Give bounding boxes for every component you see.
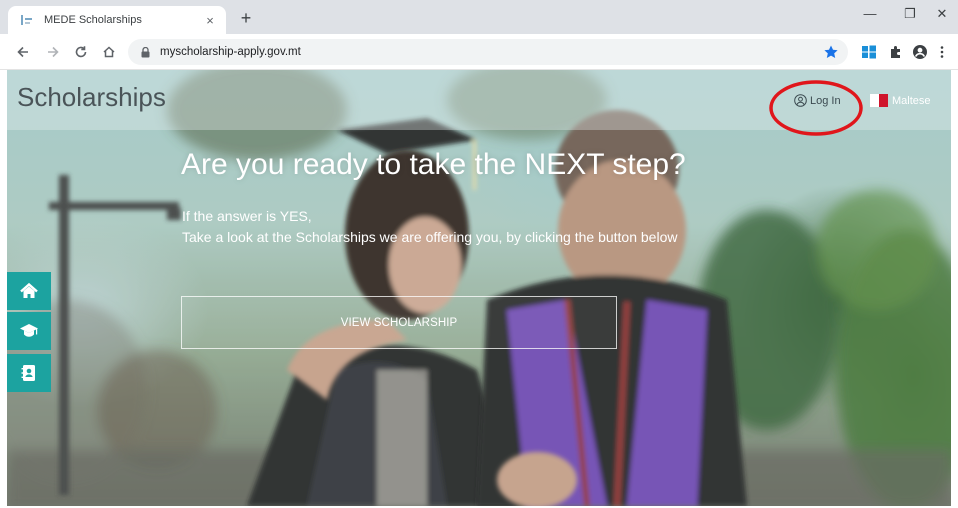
side-nav-contacts-button[interactable]	[7, 354, 51, 392]
browser-tab-strip: MEDE Scholarships × + — ❐ ✕	[0, 0, 958, 34]
site-favicon-icon	[20, 13, 34, 27]
window-close-button[interactable]: ✕	[930, 6, 954, 22]
bookmark-star-icon[interactable]	[823, 44, 839, 60]
page-viewport: Scholarships Log In Maltese Are you read…	[7, 70, 951, 506]
back-arrow-icon	[17, 46, 28, 58]
address-bar[interactable]: myscholarship-apply.gov.mt	[128, 39, 848, 65]
tab-close-icon[interactable]: ×	[202, 13, 218, 28]
browser-tab[interactable]: MEDE Scholarships ×	[8, 6, 226, 34]
new-tab-button[interactable]: +	[236, 9, 256, 29]
window-maximize-button[interactable]: ❐	[898, 6, 922, 22]
lock-icon	[141, 46, 150, 57]
forward-arrow-icon	[48, 46, 59, 58]
url-text: myscholarship-apply.gov.mt	[160, 46, 301, 58]
tab-title: MEDE Scholarships	[44, 14, 142, 26]
site-brand-title[interactable]: Scholarships	[17, 82, 166, 113]
browser-home-icon	[103, 46, 115, 58]
language-switch-link[interactable]: Maltese	[870, 94, 931, 107]
hero-description: If the answer is YES, Take a look at the…	[182, 206, 802, 248]
view-scholarship-button[interactable]: VIEW SCHOLARSHIP	[181, 296, 617, 349]
side-nav-scholarships-button[interactable]	[7, 312, 51, 350]
malta-flag-icon	[870, 94, 888, 107]
hero-line-1: If the answer is YES,	[182, 208, 312, 224]
back-button[interactable]	[14, 43, 32, 61]
reload-icon	[75, 46, 87, 58]
language-label: Maltese	[892, 94, 931, 107]
side-nav-home-button[interactable]	[7, 272, 51, 310]
hero-title: Are you ready to take the NEXT step?	[181, 148, 686, 181]
forward-button[interactable]	[44, 43, 62, 61]
browser-menu-icon[interactable]	[938, 44, 946, 60]
annotation-red-circle	[769, 80, 863, 136]
graduation-cap-icon	[20, 324, 38, 337]
address-book-icon	[21, 365, 35, 381]
window-minimize-button[interactable]: —	[858, 6, 882, 21]
hero-line-2: Take a look at the Scholarships we are o…	[182, 229, 678, 245]
extension-windows-icon[interactable]	[861, 44, 877, 60]
reload-button[interactable]	[72, 43, 90, 61]
browser-toolbar: myscholarship-apply.gov.mt	[0, 34, 958, 70]
home-icon	[20, 282, 38, 298]
extensions-puzzle-icon[interactable]	[888, 44, 904, 60]
profile-avatar-icon[interactable]	[912, 44, 928, 60]
home-button[interactable]	[100, 43, 118, 61]
